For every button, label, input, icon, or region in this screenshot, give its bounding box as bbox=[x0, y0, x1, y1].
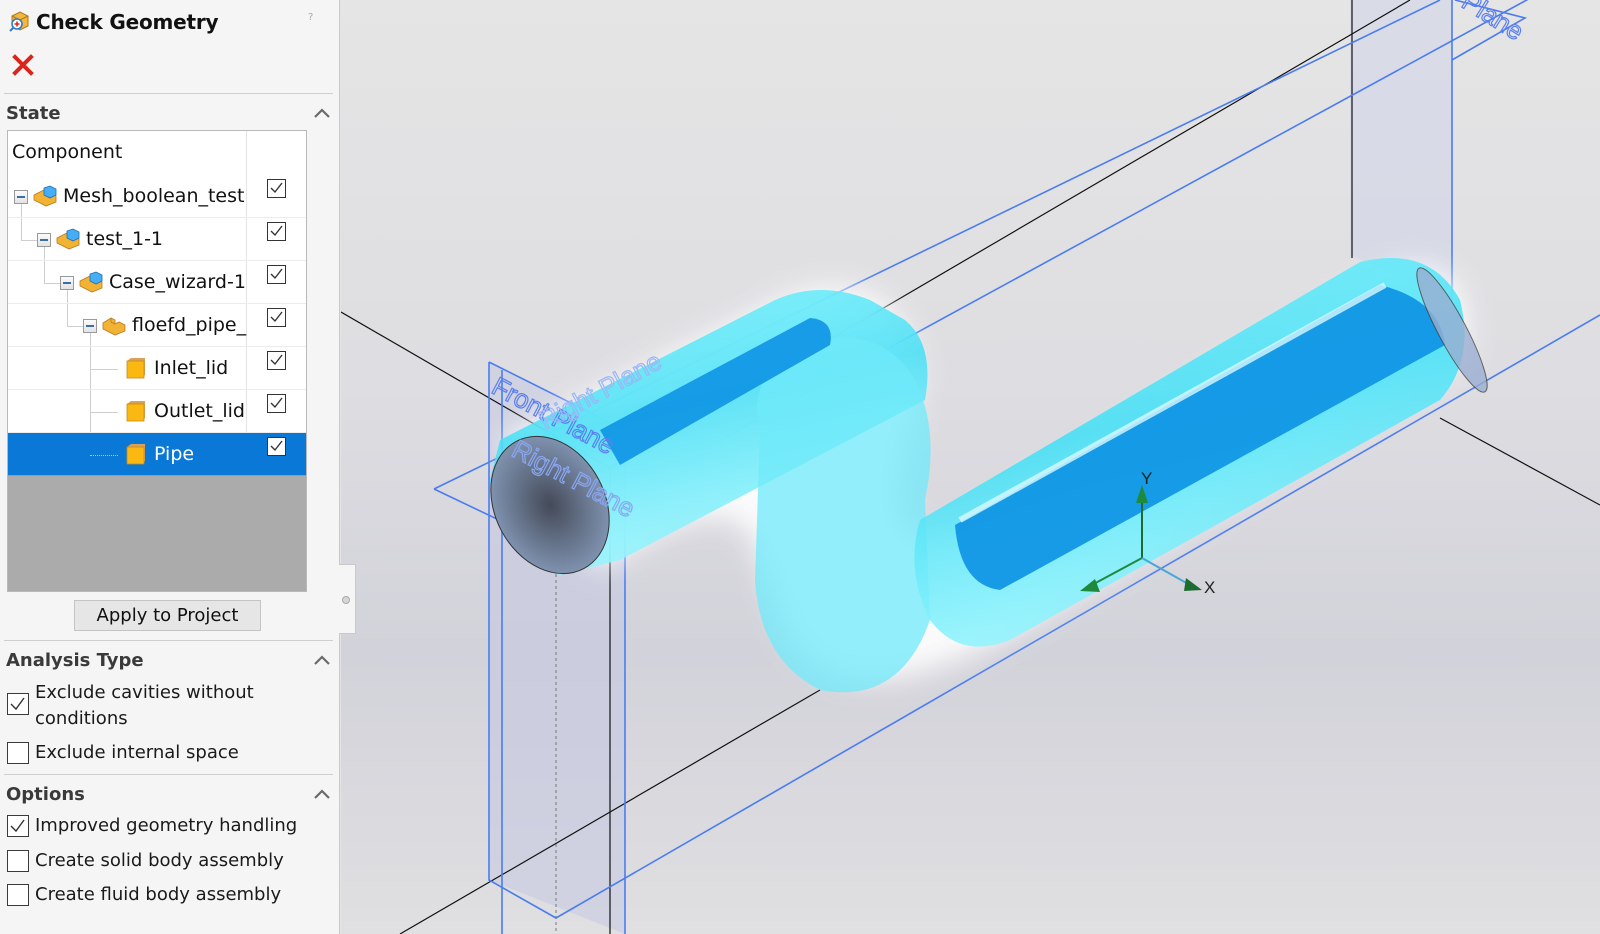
help-button[interactable]: ? bbox=[308, 12, 313, 23]
include-checkbox[interactable] bbox=[267, 265, 286, 284]
divider bbox=[4, 640, 333, 641]
chevron-up-icon bbox=[314, 789, 330, 799]
assembly-icon bbox=[56, 228, 80, 250]
include-checkbox[interactable] bbox=[267, 179, 286, 198]
checkbox[interactable] bbox=[7, 884, 29, 906]
option-label: Exclude internal space bbox=[35, 742, 239, 763]
create-fluid-body-assembly-checkbox[interactable]: Create fluid body assembly bbox=[7, 882, 281, 908]
options-section-title: Options bbox=[6, 783, 85, 805]
option-label: Exclude cavities without conditions bbox=[35, 680, 254, 732]
divider bbox=[4, 774, 333, 775]
options-section-header[interactable]: Options bbox=[6, 781, 331, 807]
plane-label: Plane bbox=[1457, 0, 1529, 46]
panel-flyout-handle[interactable] bbox=[339, 564, 356, 634]
collapse-toggle[interactable] bbox=[37, 233, 51, 247]
tree-item-label: Case_wizard-1 bbox=[109, 271, 246, 293]
column-header-component: Component bbox=[12, 141, 123, 163]
collapse-toggle[interactable] bbox=[83, 319, 97, 333]
include-checkbox[interactable] bbox=[267, 394, 286, 413]
close-button[interactable] bbox=[10, 52, 36, 78]
tree-row-floefd-pipe[interactable]: floefd_pipe_ bbox=[8, 304, 306, 347]
chevron-up-icon bbox=[314, 108, 330, 118]
apply-to-project-button[interactable]: Apply to Project bbox=[74, 600, 261, 631]
tree-item-label: test_1-1 bbox=[86, 228, 164, 250]
check-geometry-icon bbox=[9, 11, 29, 32]
tree-item-label: Pipe bbox=[154, 443, 195, 465]
improved-geometry-handling-checkbox[interactable]: Improved geometry handling bbox=[7, 813, 297, 839]
part-icon bbox=[102, 317, 126, 336]
body-icon bbox=[126, 401, 145, 422]
option-label-line: conditions bbox=[35, 708, 128, 729]
property-manager-panel: Check Geometry ? State Component Mesh_bo… bbox=[0, 0, 340, 934]
handle-dot-icon bbox=[342, 596, 350, 604]
triad-x-label: X bbox=[1204, 578, 1215, 597]
include-checkbox[interactable] bbox=[267, 308, 286, 327]
analysis-type-section-header[interactable]: Analysis Type bbox=[6, 647, 331, 673]
include-checkbox[interactable] bbox=[267, 222, 286, 241]
tree-row-pipe[interactable]: Pipe bbox=[8, 433, 306, 476]
option-label: Create fluid body assembly bbox=[35, 884, 282, 905]
checkbox[interactable] bbox=[7, 850, 29, 872]
triad-x-arrow bbox=[1184, 578, 1202, 591]
triad-y-label: Y bbox=[1141, 469, 1152, 488]
tree-item-label: Outlet_lid bbox=[154, 400, 245, 422]
tree-row-mesh-boolean-test[interactable]: Mesh_boolean_test bbox=[8, 175, 306, 218]
state-section-header[interactable]: State bbox=[6, 100, 331, 126]
graphics-viewport[interactable]: Front Plane Right Plane Right Plane Plan… bbox=[341, 0, 1600, 934]
tree-row-case-wizard-1[interactable]: Case_wizard-1 bbox=[8, 261, 306, 304]
tree-row-test-1-1[interactable]: test_1-1 bbox=[8, 218, 306, 261]
tree-row-inlet-lid[interactable]: Inlet_lid bbox=[8, 347, 306, 390]
include-checkbox[interactable] bbox=[267, 351, 286, 370]
panel-title: Check Geometry bbox=[36, 10, 219, 34]
panel-header: Check Geometry bbox=[8, 8, 219, 36]
tree-row-outlet-lid[interactable]: Outlet_lid bbox=[8, 390, 306, 433]
exclude-cavities-checkbox[interactable]: Exclude cavities without conditions bbox=[7, 680, 254, 732]
option-label-line: Exclude cavities without bbox=[35, 682, 254, 703]
divider bbox=[4, 93, 333, 94]
assembly-icon bbox=[33, 185, 57, 207]
tree-item-label: Inlet_lid bbox=[154, 357, 229, 379]
right-plane[interactable] bbox=[1350, 0, 1452, 300]
component-tree: Component Mesh_boolean_test test_1-1 Cas… bbox=[7, 130, 307, 592]
body-icon bbox=[126, 358, 145, 379]
chevron-up-icon bbox=[314, 655, 330, 665]
tree-item-label: Mesh_boolean_test bbox=[63, 185, 245, 207]
tree-empty-area bbox=[8, 475, 306, 591]
checkbox[interactable] bbox=[7, 815, 29, 837]
option-label: Create solid body assembly bbox=[35, 850, 284, 871]
close-icon bbox=[12, 54, 34, 76]
exclude-internal-space-checkbox[interactable]: Exclude internal space bbox=[7, 740, 239, 766]
collapse-toggle[interactable] bbox=[60, 276, 74, 290]
state-section-title: State bbox=[6, 102, 61, 124]
option-label: Improved geometry handling bbox=[35, 815, 298, 836]
model-scene[interactable]: Front Plane Right Plane Right Plane Plan… bbox=[341, 0, 1600, 934]
include-checkbox[interactable] bbox=[267, 437, 286, 456]
create-solid-body-assembly-checkbox[interactable]: Create solid body assembly bbox=[7, 848, 284, 874]
tree-line bbox=[90, 455, 118, 456]
tree-item-label: floefd_pipe_ bbox=[132, 314, 247, 336]
axis-line bbox=[1439, 417, 1600, 506]
analysis-type-section-title: Analysis Type bbox=[6, 649, 144, 671]
assembly-icon bbox=[79, 271, 103, 293]
collapse-toggle[interactable] bbox=[14, 190, 28, 204]
checkbox[interactable] bbox=[7, 693, 29, 715]
checkbox[interactable] bbox=[7, 742, 29, 764]
body-icon bbox=[126, 444, 145, 465]
